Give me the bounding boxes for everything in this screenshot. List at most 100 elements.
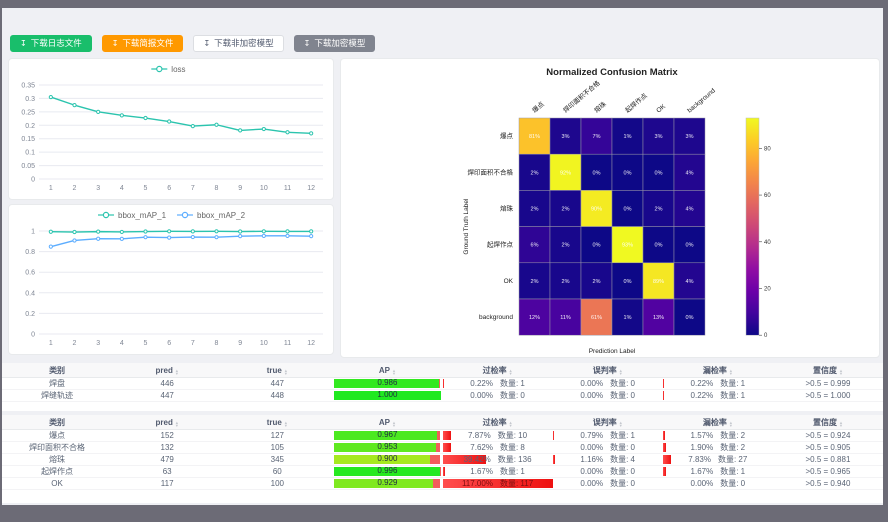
category-cell: 焊盘 [2,378,112,389]
pred-cell: 132 [112,442,222,453]
x-tick-label: 3 [96,340,100,347]
colorbar-tick-label: 80 [764,146,771,152]
column-header-label: 漏检率 [703,366,727,375]
ap-cell: 0.929 [332,478,442,489]
column-header-label: 类别 [49,418,65,427]
x-tick-label: 2 [73,340,77,347]
column-header-AP[interactable]: AP▲▼ [332,363,442,377]
column-header-label: AP [379,418,390,427]
data-point [215,230,218,233]
y-tick-label: 0.15 [21,136,35,143]
overdetect-rate-value: 39.42% [464,454,491,465]
missdetect-bar [663,431,666,440]
column-header-漏检率[interactable]: 漏检率▲▼ [663,363,773,377]
matrix-title: Normalized Confusion Matrix [546,67,678,78]
table-row: OK1171000.929117.00%数量: 1170.00%数量: 00.0… [2,478,883,490]
download-log-button[interactable]: ↧ 下载日志文件 [10,35,92,52]
x-tick-label: 4 [120,185,124,192]
overdetect-bar [443,431,452,440]
data-point [120,114,123,117]
column-header-误判率[interactable]: 误判率▲▼ [553,363,663,377]
x-tick-label: 11 [284,185,291,192]
confusion-matrix-chart: Normalized Confusion Matrix爆点焊印面积不合格熔珠起焊… [341,59,881,359]
table-row: 爆点1521270.9677.87%数量: 100.79%数量: 11.57%数… [2,430,883,442]
table-row: 焊缝轨迹4474481.0000.00%数量: 00.00%数量: 00.22%… [2,390,883,402]
misjudge-count: 数量: 0 [610,442,635,453]
loss-chart-card: loss00.050.10.150.20.250.30.351234567891… [8,58,334,200]
misjudge-count: 数量: 0 [610,378,635,389]
column-header-AP[interactable]: AP▲▼ [332,415,442,429]
misjudge-count: 数量: 1 [610,430,635,441]
legend-label: bbox_mAP_2 [197,211,246,220]
data-point [97,230,100,233]
data-point [168,230,171,233]
matrix-cell-value: 3% [562,134,570,140]
column-header-置信度[interactable]: 置信度▲▼ [773,415,883,429]
table-row: 起焊作点63600.9961.67%数量: 10.00%数量: 01.67%数量… [2,466,883,478]
column-header-漏检率[interactable]: 漏检率▲▼ [663,415,773,429]
column-header-label: 过检率 [483,418,507,427]
x-tick-label: 2 [73,185,77,192]
matrix-cell-value: 3% [655,134,663,140]
legend-marker-icon [157,66,162,71]
matrix-row-label: 起焊作点 [487,240,514,249]
download-icon: ↧ [203,40,210,48]
column-header-pred[interactable]: pred▲▼ [112,363,222,377]
x-tick-label: 12 [307,340,315,347]
missdetect-rate-value: 1.67% [691,466,714,477]
legend-item[interactable]: bbox_mAP_1 [98,211,167,220]
y-tick-label: 0.05 [21,163,35,170]
category-cell: 焊缝轨迹 [2,390,112,401]
overdetect-bar [443,467,446,476]
sort-caret-icon: ▲▼ [729,369,733,375]
ap-cell: 0.900 [332,454,442,465]
legend-item[interactable]: loss [151,65,185,74]
x-tick-label: 11 [284,340,291,347]
misjudge-cell: 0.00%数量: 0 [553,466,663,477]
data-point [120,230,123,233]
sort-caret-icon: ▲▼ [509,369,513,375]
overdetect-cell: 0.22%数量: 1 [443,378,553,389]
missdetect-count: 数量: 1 [720,378,745,389]
overdetect-count: 数量: 10 [498,430,527,441]
colorbar-tick-label: 20 [764,286,771,292]
legend-item[interactable]: bbox_mAP_2 [177,211,246,220]
column-header-置信度[interactable]: 置信度▲▼ [773,363,883,377]
y-tick-label: 0.8 [25,249,35,256]
category-cell: 熔珠 [2,454,112,465]
download-report-button[interactable]: ↧ 下载简报文件 [102,35,184,52]
data-point [191,124,194,127]
x-tick-label: 10 [260,340,268,347]
ap-value: 0.929 [332,478,442,489]
column-header-pred[interactable]: pred▲▼ [112,415,222,429]
category-cell: 起焊作点 [2,466,112,477]
x-tick-label: 8 [215,340,219,347]
data-point [286,131,289,134]
column-header-true[interactable]: true▲▼ [222,415,332,429]
column-header-true[interactable]: true▲▼ [222,363,332,377]
column-header-误判率[interactable]: 误判率▲▼ [553,415,663,429]
table-header-row: 类别pred▲▼true▲▼AP▲▼过检率▲▼误判率▲▼漏检率▲▼置信度▲▼ [2,363,883,378]
x-tick-label: 9 [238,340,242,347]
matrix-cell-value: 93% [622,243,633,249]
series-line [51,236,311,247]
category-cell: 爆点 [2,430,112,441]
sort-caret-icon: ▲▼ [619,369,623,375]
overdetect-count: 数量: 136 [498,454,532,465]
data-point [310,230,313,233]
data-point [215,236,218,239]
y-tick-label: 1 [31,229,35,236]
column-header-过检率[interactable]: 过检率▲▼ [443,363,553,377]
matrix-cell-value: 1% [624,134,632,140]
download-plain-model-button[interactable]: ↧ 下载非加密模型 [193,35,283,52]
matrix-cell-value: 0% [593,243,601,249]
column-header-label: 置信度 [813,366,837,375]
matrix-cell-value: 92% [560,170,571,176]
matrix-xlabel: Prediction Label [589,348,636,355]
data-point [49,95,52,98]
column-header-过检率[interactable]: 过检率▲▼ [443,415,553,429]
column-header-label: 类别 [49,366,65,375]
download-encrypted-model-button[interactable]: ↧ 下载加密模型 [294,35,376,52]
matrix-cell-value: 2% [531,207,539,213]
matrix-cell-value: 2% [562,207,570,213]
